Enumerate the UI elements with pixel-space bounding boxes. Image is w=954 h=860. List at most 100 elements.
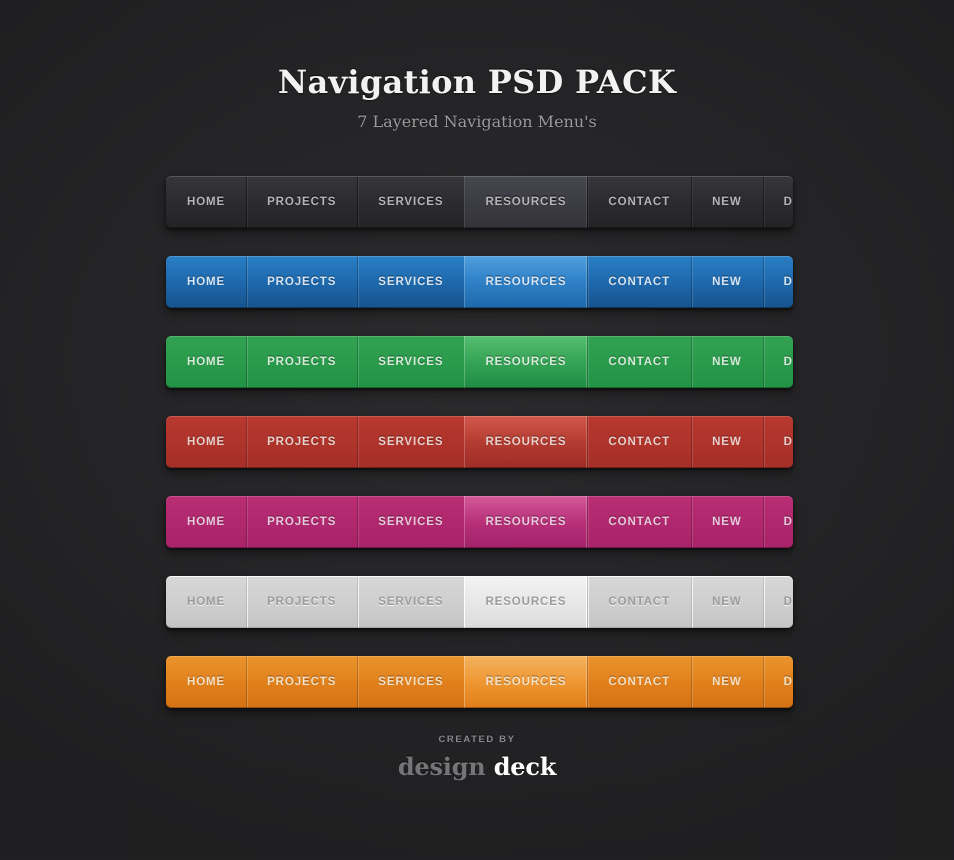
nav-item-resources[interactable]: RESOURCES (464, 336, 588, 388)
nav-item-label: DEVELOPMENT (783, 516, 793, 528)
nav-item-resources[interactable]: RESOURCES (464, 416, 588, 468)
nav-item-services[interactable]: SERVICES (357, 576, 464, 628)
nav-item-label: NEW (712, 596, 742, 608)
nav-item-label: DEVELOPMENT (783, 276, 793, 288)
nav-item-projects[interactable]: PROJECTS (246, 336, 357, 388)
nav-item-label: HOME (187, 356, 226, 368)
navbar-magenta: HOME PROJECTS SERVICES RESOURCES CONTACT NEW D… (166, 496, 793, 548)
nav-item-label: DEVELOPMENT (783, 356, 793, 368)
nav-item-label: SERVICES (378, 196, 444, 208)
nav-item-label: PROJECTS (267, 356, 337, 368)
nav-item-services[interactable]: SERVICES (357, 336, 464, 388)
nav-item-label: CONTACT (608, 676, 671, 688)
nav-item-home[interactable]: HOME (166, 656, 246, 708)
nav-item-label: NEW (712, 676, 742, 688)
nav-item-new[interactable]: NEW (691, 656, 763, 708)
nav-item-label: CONTACT (608, 596, 671, 608)
nav-item-label: SERVICES (378, 596, 444, 608)
nav-item-label: RESOURCES (485, 196, 567, 208)
nav-item-development[interactable]: DEVELOPMENT (762, 256, 793, 308)
nav-item-new[interactable]: NEW (691, 256, 763, 308)
nav-item-label: DEVELOPMENT (783, 596, 793, 608)
nav-item-label: RESOURCES (485, 516, 567, 528)
nav-item-label: NEW (712, 516, 742, 528)
created-by-label: CREATED BY (438, 734, 516, 745)
nav-item-projects[interactable]: PROJECTS (246, 496, 357, 548)
navbar-orange: HOME PROJECTS SERVICES RESOURCES CONTACT NEW D… (166, 656, 793, 708)
nav-item-home[interactable]: HOME (166, 496, 246, 548)
nav-item-label: CONTACT (608, 516, 671, 528)
nav-item-label: SERVICES (378, 436, 444, 448)
nav-item-contact[interactable]: CONTACT (587, 496, 691, 548)
nav-item-label: PROJECTS (267, 436, 337, 448)
nav-item-development[interactable]: DEVELOPMENT (762, 336, 793, 388)
nav-item-label: RESOURCES (485, 436, 567, 448)
nav-item-label: HOME (187, 276, 226, 288)
nav-item-label: SERVICES (378, 276, 444, 288)
nav-item-label: HOME (187, 436, 226, 448)
nav-item-label: RESOURCES (485, 356, 567, 368)
nav-item-contact[interactable]: CONTACT (587, 256, 691, 308)
nav-item-resources[interactable]: RESOURCES (464, 176, 588, 228)
nav-item-resources[interactable]: RESOURCES (464, 576, 588, 628)
nav-item-projects[interactable]: PROJECTS (246, 176, 357, 228)
nav-item-home[interactable]: HOME (166, 256, 246, 308)
nav-item-services[interactable]: SERVICES (357, 176, 464, 228)
nav-item-contact[interactable]: CONTACT (587, 576, 691, 628)
nav-item-services[interactable]: SERVICES (357, 256, 464, 308)
nav-item-contact[interactable]: CONTACT (587, 416, 691, 468)
nav-item-development[interactable]: DEVELOPMENT (762, 576, 793, 628)
nav-item-home[interactable]: HOME (166, 176, 246, 228)
nav-item-label: CONTACT (608, 356, 671, 368)
nav-item-development[interactable]: DEVELOPMENT (762, 496, 793, 548)
nav-item-resources[interactable]: RESOURCES (464, 256, 588, 308)
nav-item-new[interactable]: NEW (691, 176, 763, 228)
nav-item-home[interactable]: HOME (166, 576, 246, 628)
nav-item-services[interactable]: SERVICES (357, 496, 464, 548)
page-header: Navigation PSD PACK 7 Layered Navigation… (0, 0, 954, 130)
nav-item-development[interactable]: DEVELOPMENT (762, 176, 793, 228)
nav-item-label: HOME (187, 596, 226, 608)
nav-item-projects[interactable]: PROJECTS (246, 256, 357, 308)
nav-item-label: PROJECTS (267, 276, 337, 288)
nav-item-resources[interactable]: RESOURCES (464, 656, 588, 708)
nav-item-development[interactable]: DEVELOPMENT (762, 656, 793, 708)
nav-item-label: RESOURCES (485, 596, 567, 608)
nav-item-new[interactable]: NEW (691, 496, 763, 548)
nav-item-contact[interactable]: CONTACT (587, 656, 691, 708)
nav-item-label: NEW (712, 356, 742, 368)
nav-item-label: SERVICES (378, 676, 444, 688)
nav-item-label: PROJECTS (267, 676, 337, 688)
nav-item-projects[interactable]: PROJECTS (246, 576, 357, 628)
nav-item-services[interactable]: SERVICES (357, 656, 464, 708)
nav-item-development[interactable]: DEVELOPMENT (762, 416, 793, 468)
nav-item-label: HOME (187, 516, 226, 528)
nav-item-home[interactable]: HOME (166, 416, 246, 468)
nav-item-label: NEW (712, 196, 742, 208)
nav-item-services[interactable]: SERVICES (357, 416, 464, 468)
nav-item-label: NEW (712, 436, 742, 448)
nav-item-home[interactable]: HOME (166, 336, 246, 388)
nav-item-contact[interactable]: CONTACT (587, 336, 691, 388)
nav-item-label: CONTACT (608, 276, 671, 288)
nav-item-new[interactable]: NEW (691, 336, 763, 388)
nav-item-label: CONTACT (608, 196, 671, 208)
nav-item-resources[interactable]: RESOURCES (464, 496, 588, 548)
nav-item-label: PROJECTS (267, 516, 337, 528)
nav-item-projects[interactable]: PROJECTS (246, 416, 357, 468)
nav-item-label: PROJECTS (267, 196, 337, 208)
navbar-green: HOME PROJECTS SERVICES RESOURCES CONTACT NEW D… (166, 336, 793, 388)
brand-logo: design deck (0, 755, 954, 779)
brand-word-design: design (397, 752, 486, 781)
page-title: Navigation PSD PACK (277, 63, 677, 101)
navbar-dark: HOME PROJECTS SERVICES RESOURCES CONTACT NEW D… (166, 176, 793, 228)
brand-word-deck: deck (493, 752, 557, 781)
nav-item-contact[interactable]: CONTACT (587, 176, 691, 228)
nav-item-label: HOME (187, 676, 226, 688)
nav-item-label: HOME (187, 196, 226, 208)
nav-item-label: SERVICES (378, 516, 444, 528)
nav-item-new[interactable]: NEW (691, 576, 763, 628)
nav-item-new[interactable]: NEW (691, 416, 763, 468)
nav-item-projects[interactable]: PROJECTS (246, 656, 357, 708)
nav-item-label: RESOURCES (485, 276, 567, 288)
